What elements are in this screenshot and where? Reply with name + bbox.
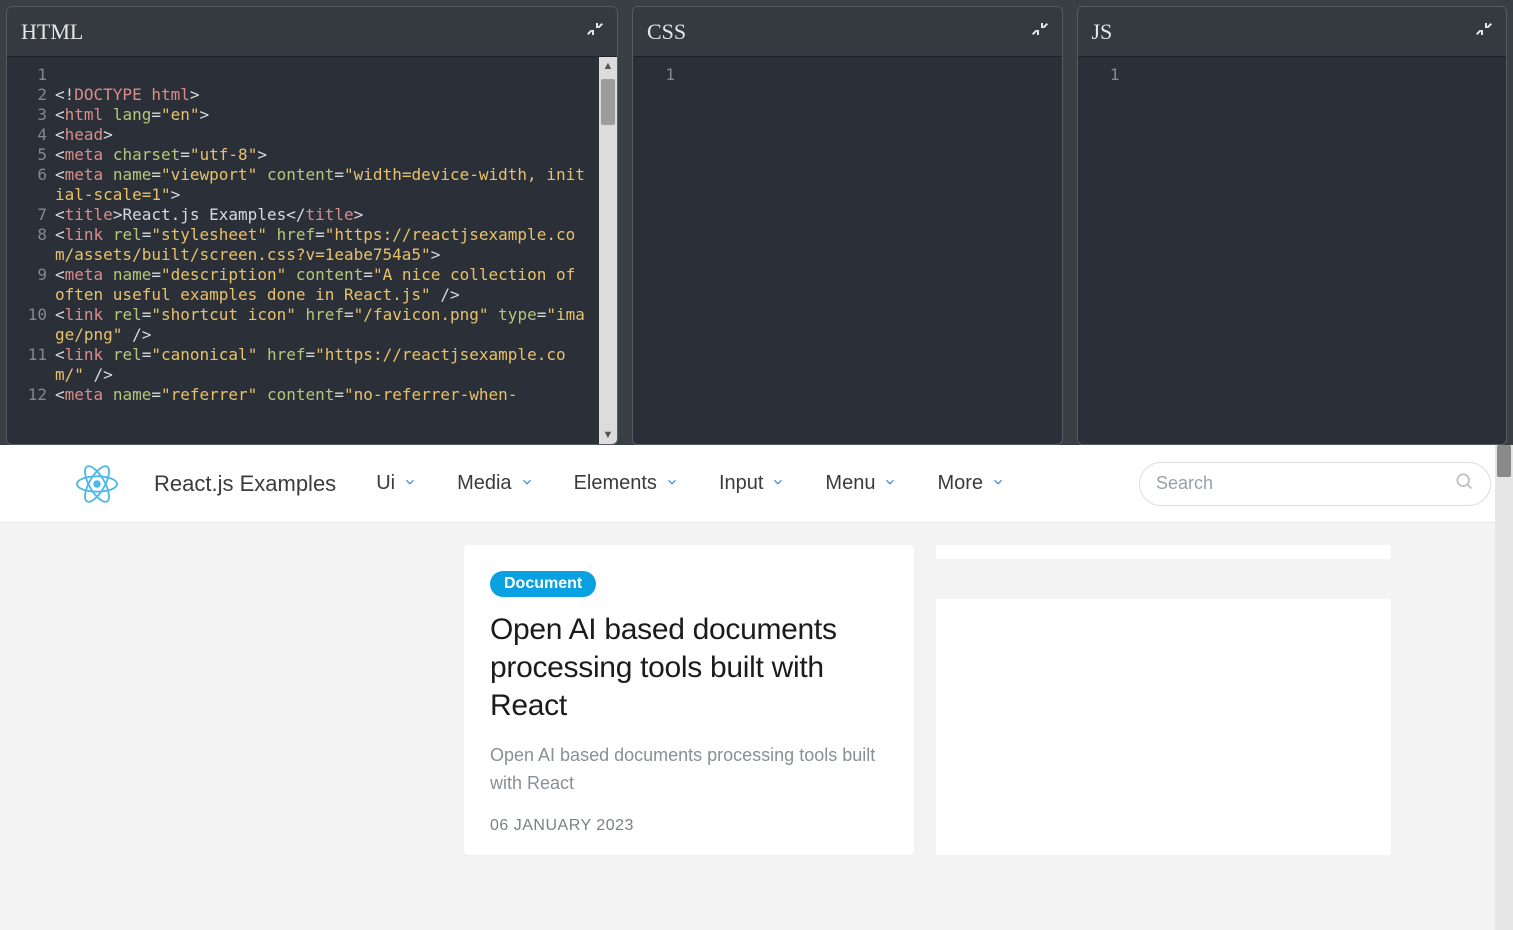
nav-item-elements[interactable]: Elements [574,472,679,495]
preview-scrollbar[interactable] [1495,445,1513,930]
nav-item-input[interactable]: Input [719,472,785,495]
js-editor-body[interactable]: 1 [1078,57,1507,444]
search-icon[interactable] [1454,471,1474,496]
chevron-down-icon [883,472,897,495]
html-scrollbar[interactable]: ▲ ▼ [599,57,617,444]
nav-item-label: Menu [825,472,875,495]
css-panel-header: CSS [633,7,1062,57]
sidebar-column [936,545,1491,855]
site-header: React.js Examples Ui Media Elements Input Me… [0,445,1513,523]
nav-item-label: Ui [376,472,395,495]
css-panel: CSS 1 [632,6,1063,445]
category-badge[interactable]: Document [490,571,596,597]
nav-item-more[interactable]: More [937,472,1005,495]
search-input[interactable] [1156,473,1444,494]
css-editor-body[interactable]: 1 [633,57,1062,444]
nav-item-label: Input [719,472,763,495]
html-code[interactable]: 1 2<!DOCTYPE html>3<html lang="en">4<hea… [7,57,617,444]
search-box[interactable] [1139,462,1491,506]
article-card: Document Open AI based documents process… [464,545,914,855]
article-thumbnail[interactable] [76,545,442,805]
site-nav: Ui Media Elements Input Menu More [376,472,1005,495]
html-panel-title: HTML [21,19,83,45]
chevron-down-icon [771,472,785,495]
chevron-down-icon [991,472,1005,495]
nav-item-label: Media [457,472,511,495]
js-code[interactable] [1126,57,1507,444]
preview-content: Document Open AI based documents process… [0,523,1513,855]
js-panel: JS 1 [1077,6,1508,445]
scroll-thumb[interactable] [601,79,615,125]
js-panel-title: JS [1092,19,1113,45]
compress-icon[interactable] [1032,21,1048,42]
article-title[interactable]: Open AI based documents processing tools… [490,611,888,725]
js-panel-header: JS [1078,7,1507,57]
css-panel-title: CSS [647,19,686,45]
compress-icon[interactable] [1476,21,1492,42]
css-code[interactable] [681,57,1062,444]
scroll-down-icon[interactable]: ▼ [599,426,617,444]
compress-icon[interactable] [587,21,603,42]
preview-pane: React.js Examples Ui Media Elements Input Me… [0,445,1513,930]
html-editor-body[interactable]: 1 2<!DOCTYPE html>3<html lang="en">4<hea… [7,57,617,444]
chevron-down-icon [403,472,417,495]
site-brand[interactable]: React.js Examples [154,471,336,497]
nav-item-label: More [937,472,983,495]
nav-item-ui[interactable]: Ui [376,472,417,495]
css-gutter: 1 [633,57,681,444]
sidebar-widget-large [936,599,1391,855]
sidebar-widget-small [936,545,1391,559]
nav-item-menu[interactable]: Menu [825,472,897,495]
react-logo-icon[interactable] [76,463,118,505]
js-gutter: 1 [1078,57,1126,444]
chevron-down-icon [520,472,534,495]
chevron-down-icon [665,472,679,495]
editor-panels: HTML 1 2<!DOCTYPE html>3<html lang="en">… [0,0,1513,445]
scroll-thumb[interactable] [1497,445,1511,477]
nav-item-media[interactable]: Media [457,472,533,495]
html-panel: HTML 1 2<!DOCTYPE html>3<html lang="en">… [6,6,618,445]
nav-item-label: Elements [574,472,657,495]
article-date: 06 JANUARY 2023 [490,817,888,835]
scroll-up-icon[interactable]: ▲ [599,57,617,75]
article-desc: Open AI based documents processing tools… [490,741,888,797]
html-panel-header: HTML [7,7,617,57]
